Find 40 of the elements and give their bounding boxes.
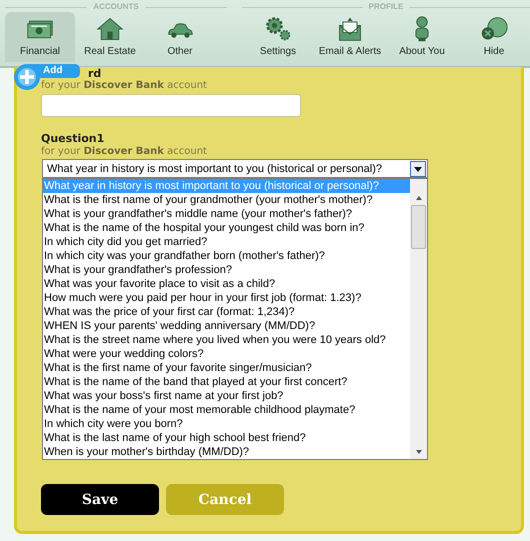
dropdown-option[interactable]: In which city were you born? — [43, 417, 410, 431]
dropdown-option[interactable]: What were your wedding colors? — [43, 347, 410, 361]
dropdown-option[interactable]: What is the name of the hospital your youngest child was born in? — [43, 221, 410, 235]
select-field[interactable]: What year in history is most important to you (historical or personal)? — [42, 159, 428, 178]
dropdown-option[interactable]: What is your grandfather's middle name (your mother's father)? — [43, 207, 410, 221]
dropdown-option[interactable]: What is the name of your most memorable childhood playmate? — [43, 403, 410, 417]
dropdown-option[interactable]: What was your favorite place to visit as a child? — [43, 277, 410, 291]
dropdown-option[interactable]: WHEN IS your parents' wedding anniversary (MM/DD)? — [43, 319, 410, 333]
toolbar-button[interactable]: Settings — [242, 12, 314, 62]
dropdown-option[interactable]: What is the street name where you lived when you were 10 years old? — [43, 333, 410, 347]
toolbar-button[interactable]: Hide — [458, 12, 530, 62]
house-icon — [95, 15, 125, 43]
dropdown-option[interactable]: What was the price of your first car (format: 1,234)? — [43, 305, 410, 319]
dropdown-option[interactable]: In which city did you get married? — [43, 235, 410, 249]
toolbar-button[interactable]: Real Estate — [75, 12, 145, 62]
input-field[interactable] — [41, 94, 301, 117]
dropdown-option[interactable]: What is the first name of your favorite singer/musician? — [43, 361, 410, 375]
field-label: Question1 — [41, 132, 104, 145]
toolbar-button[interactable]: Email & Alerts — [314, 12, 386, 62]
group-title: ACCOUNTS — [93, 2, 139, 10]
dropdown-option[interactable]: What is the name of the band that played at your first concert? — [43, 375, 410, 389]
gears-icon — [263, 15, 293, 43]
toolbar-button[interactable]: Other — [145, 12, 215, 62]
group-title: PROFILE — [368, 2, 404, 10]
field-hint: for your Discover Bank account — [41, 145, 207, 158]
field-label: rd — [88, 67, 102, 79]
scrollbar[interactable] — [410, 179, 427, 459]
save-button[interactable]: Save — [41, 484, 159, 515]
dropdown-option[interactable]: What was your boss's first name at your first job? — [43, 389, 410, 403]
scrollbar-thumb[interactable] — [411, 205, 426, 249]
toolbar-button[interactable]: About You — [386, 12, 458, 62]
toolbar-button[interactable]: Financial — [5, 12, 75, 62]
field-hint: for your Discover Bank account — [41, 79, 207, 92]
dropdown-option[interactable]: How much were you paid per hour in your first job (format: 1.23)? — [43, 291, 410, 305]
dropdown-option[interactable]: What is the last name of your high school best friend? — [43, 431, 410, 445]
dropdown-option[interactable]: What is your grandfather's profession? — [43, 263, 410, 277]
dropdown-option[interactable]: When is your mother's birthday (MM/DD)? — [43, 445, 410, 459]
dropdown-option[interactable]: What is the first name of your grandmother (your mother's mother)? — [43, 193, 410, 207]
dropdown-option[interactable]: In which city was your grandfather born (mother's father)? — [43, 249, 410, 263]
plus-icon[interactable] — [14, 64, 40, 90]
